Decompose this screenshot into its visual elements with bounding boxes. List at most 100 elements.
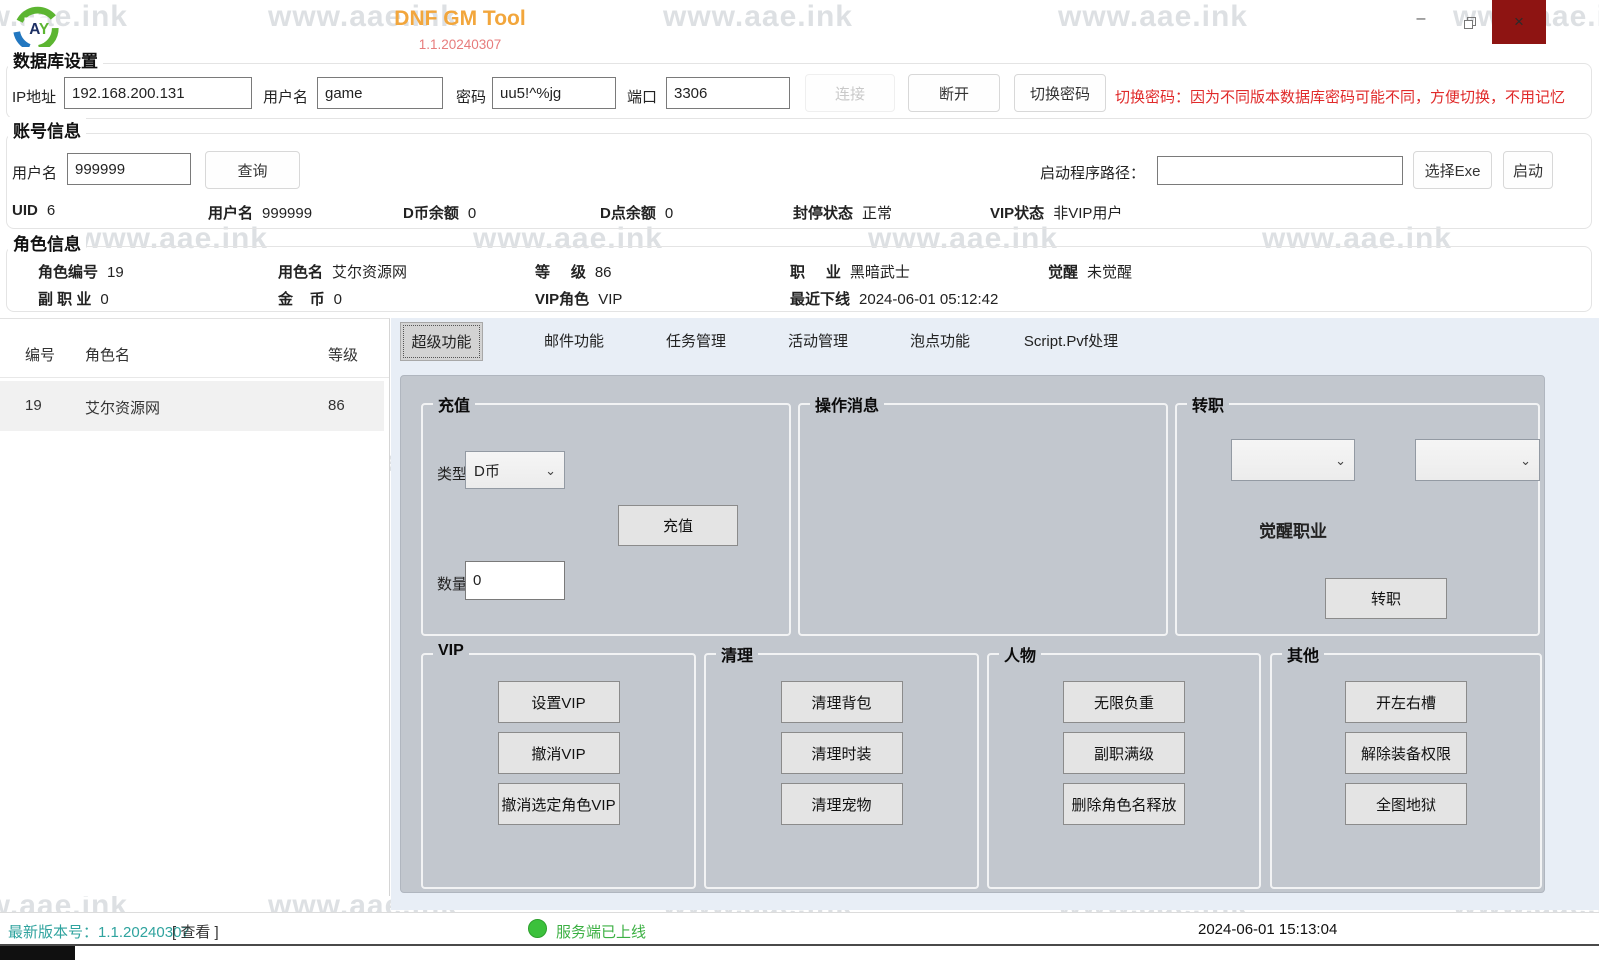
character-field-value: VIP	[598, 291, 622, 308]
character-field: 用色名艾尔资源网	[278, 261, 407, 282]
query-button[interactable]: 查询	[205, 151, 300, 189]
account-username-label: 用户名	[12, 162, 57, 183]
connect-button[interactable]: 连接	[805, 74, 895, 112]
recharge-group-title: 充值	[433, 392, 475, 416]
chevron-down-icon: ⌄	[545, 464, 556, 477]
recharge-button[interactable]: 充值	[618, 505, 738, 546]
tab-task-manage[interactable]: 任务管理	[635, 322, 757, 361]
restore-button[interactable]	[1455, 10, 1485, 36]
recharge-type-value: D币	[474, 460, 500, 481]
account-field: VIP状态非VIP用户	[990, 202, 1122, 223]
person-button-2[interactable]: 删除角色名释放	[1063, 783, 1185, 825]
disconnect-button[interactable]: 断开	[908, 74, 1000, 112]
chevron-down-icon: ⌄	[1520, 454, 1531, 467]
character-field-value: 0	[100, 291, 108, 308]
clean-button-0[interactable]: 清理背包	[781, 681, 903, 723]
minimize-button[interactable]: –	[1406, 10, 1436, 36]
db-port-label: 端口	[627, 86, 657, 107]
character-field-value: 86	[595, 264, 612, 281]
vip-button-2[interactable]: 撤消选定角色VIP	[498, 783, 620, 825]
account-field-label: 用户名	[208, 205, 253, 222]
db-user-label: 用户名	[263, 86, 308, 107]
statusbar: 最新版本号：1.1.20240307 [ 查看 ] 服务端已上线 2024-06…	[0, 912, 1599, 944]
roster-cell: 86	[328, 397, 345, 414]
title-block: DNF GM Tool 1.1.20240307	[0, 7, 920, 52]
character-field-value: 未觉醒	[1087, 264, 1132, 281]
window-bottom-edge	[0, 944, 1599, 946]
statusbar-time: 2024-06-01 15:13:04	[1198, 921, 1337, 938]
account-username-input[interactable]	[67, 153, 191, 185]
db-user-input[interactable]	[317, 77, 443, 109]
account-field-value: 正常	[862, 205, 892, 222]
db-port-input[interactable]	[666, 77, 790, 109]
db-password-input[interactable]	[492, 77, 616, 109]
account-info-title: 账号信息	[8, 117, 86, 142]
character-field-label: 用色名	[278, 264, 323, 281]
job-select-1[interactable]: ⌄	[1231, 439, 1355, 481]
job-change-group: 转职 ⌄ ⌄ 觉醒职业 转职	[1175, 403, 1540, 636]
launch-button[interactable]: 启动	[1503, 151, 1553, 189]
character-field: 等 级86	[535, 261, 612, 282]
clean-button-1[interactable]: 清理时装	[781, 732, 903, 774]
awaken-job-label: 觉醒职业	[1259, 517, 1327, 542]
character-field-label: 副 职 业	[38, 291, 91, 308]
select-exe-button[interactable]: 选择Exe	[1413, 151, 1492, 189]
character-field-value: 2024-06-01 05:12:42	[859, 291, 998, 308]
account-field: UID6	[12, 202, 55, 219]
restore-icon	[1464, 17, 1477, 30]
account-field-value: 6	[47, 202, 55, 219]
person-button-1[interactable]: 副职满级	[1063, 732, 1185, 774]
other-button-2[interactable]: 全图地狱	[1345, 783, 1467, 825]
vip-button-1[interactable]: 撤消VIP	[498, 732, 620, 774]
recharge-type-label: 类型	[437, 463, 467, 484]
vip-button-0[interactable]: 设置VIP	[498, 681, 620, 723]
character-roster-table: 编号角色名等级 19艾尔资源网86	[0, 318, 390, 896]
db-password-label: 密码	[456, 86, 486, 107]
person-group: 人物 无限负重副职满级删除角色名释放	[987, 653, 1261, 889]
character-field: 职 业黑暗武士	[790, 261, 910, 282]
recharge-amount-input[interactable]	[465, 561, 565, 600]
ip-label: IP地址	[12, 86, 56, 107]
roster-header-cell: 角色名	[85, 344, 130, 365]
character-field-value: 艾尔资源网	[332, 264, 407, 281]
other-group: 其他 开左右槽解除装备权限全图地狱	[1270, 653, 1542, 889]
character-field: 觉醒未觉醒	[1048, 261, 1132, 282]
clean-button-2[interactable]: 清理宠物	[781, 783, 903, 825]
launch-path-input[interactable]	[1157, 156, 1403, 185]
other-button-0[interactable]: 开左右槽	[1345, 681, 1467, 723]
character-field: VIP角色VIP	[535, 288, 622, 309]
tab-mail-functions[interactable]: 邮件功能	[513, 322, 635, 361]
character-field-label: 觉醒	[1048, 264, 1078, 281]
switch-password-hint: 切换密码：因为不同版本数据库密码可能不同，方便切换，不用记忆	[1115, 86, 1565, 107]
switch-password-button[interactable]: 切换密码	[1014, 74, 1106, 112]
tab-script-pvf[interactable]: Script.Pvf处理	[1001, 322, 1141, 361]
tab-activity-manage[interactable]: 活动管理	[757, 322, 879, 361]
job-select-2[interactable]: ⌄	[1415, 439, 1540, 481]
account-field: D点余额0	[600, 202, 673, 223]
person-button-0[interactable]: 无限负重	[1063, 681, 1185, 723]
character-field-value: 19	[107, 264, 124, 281]
view-link[interactable]: [ 查看 ]	[172, 921, 219, 942]
latest-version-text: 最新版本号：1.1.20240307	[8, 921, 190, 942]
chevron-down-icon: ⌄	[1335, 454, 1346, 467]
roster-row[interactable]: 19艾尔资源网86	[0, 381, 384, 431]
recharge-group: 充值 类型 D币 ⌄ 充值 数量	[421, 403, 791, 636]
ip-input[interactable]	[64, 77, 252, 109]
close-button[interactable]: ×	[1492, 0, 1546, 44]
account-field-value: 非VIP用户	[1053, 205, 1122, 222]
app-version: 1.1.20240307	[0, 37, 920, 52]
character-field-label: 角色编号	[38, 264, 98, 281]
account-field-value: 999999	[262, 205, 312, 222]
tab-super-functions[interactable]: 超级功能	[400, 322, 483, 361]
titlebar: A Y DNF GM Tool 1.1.20240307 – ×	[0, 0, 1599, 56]
account-field-label: D点余额	[600, 205, 656, 222]
tab-paodian-functions[interactable]: 泡点功能	[879, 322, 1001, 361]
clean-group-title: 清理	[716, 642, 758, 666]
app-title: DNF GM Tool	[0, 7, 920, 31]
character-field-label: 职 业	[790, 264, 841, 281]
job-change-button[interactable]: 转职	[1325, 578, 1447, 619]
account-field-label: 封停状态	[793, 205, 853, 222]
other-button-1[interactable]: 解除装备权限	[1345, 732, 1467, 774]
recharge-type-select[interactable]: D币 ⌄	[465, 451, 565, 489]
character-field-value: 黑暗武士	[850, 264, 910, 281]
